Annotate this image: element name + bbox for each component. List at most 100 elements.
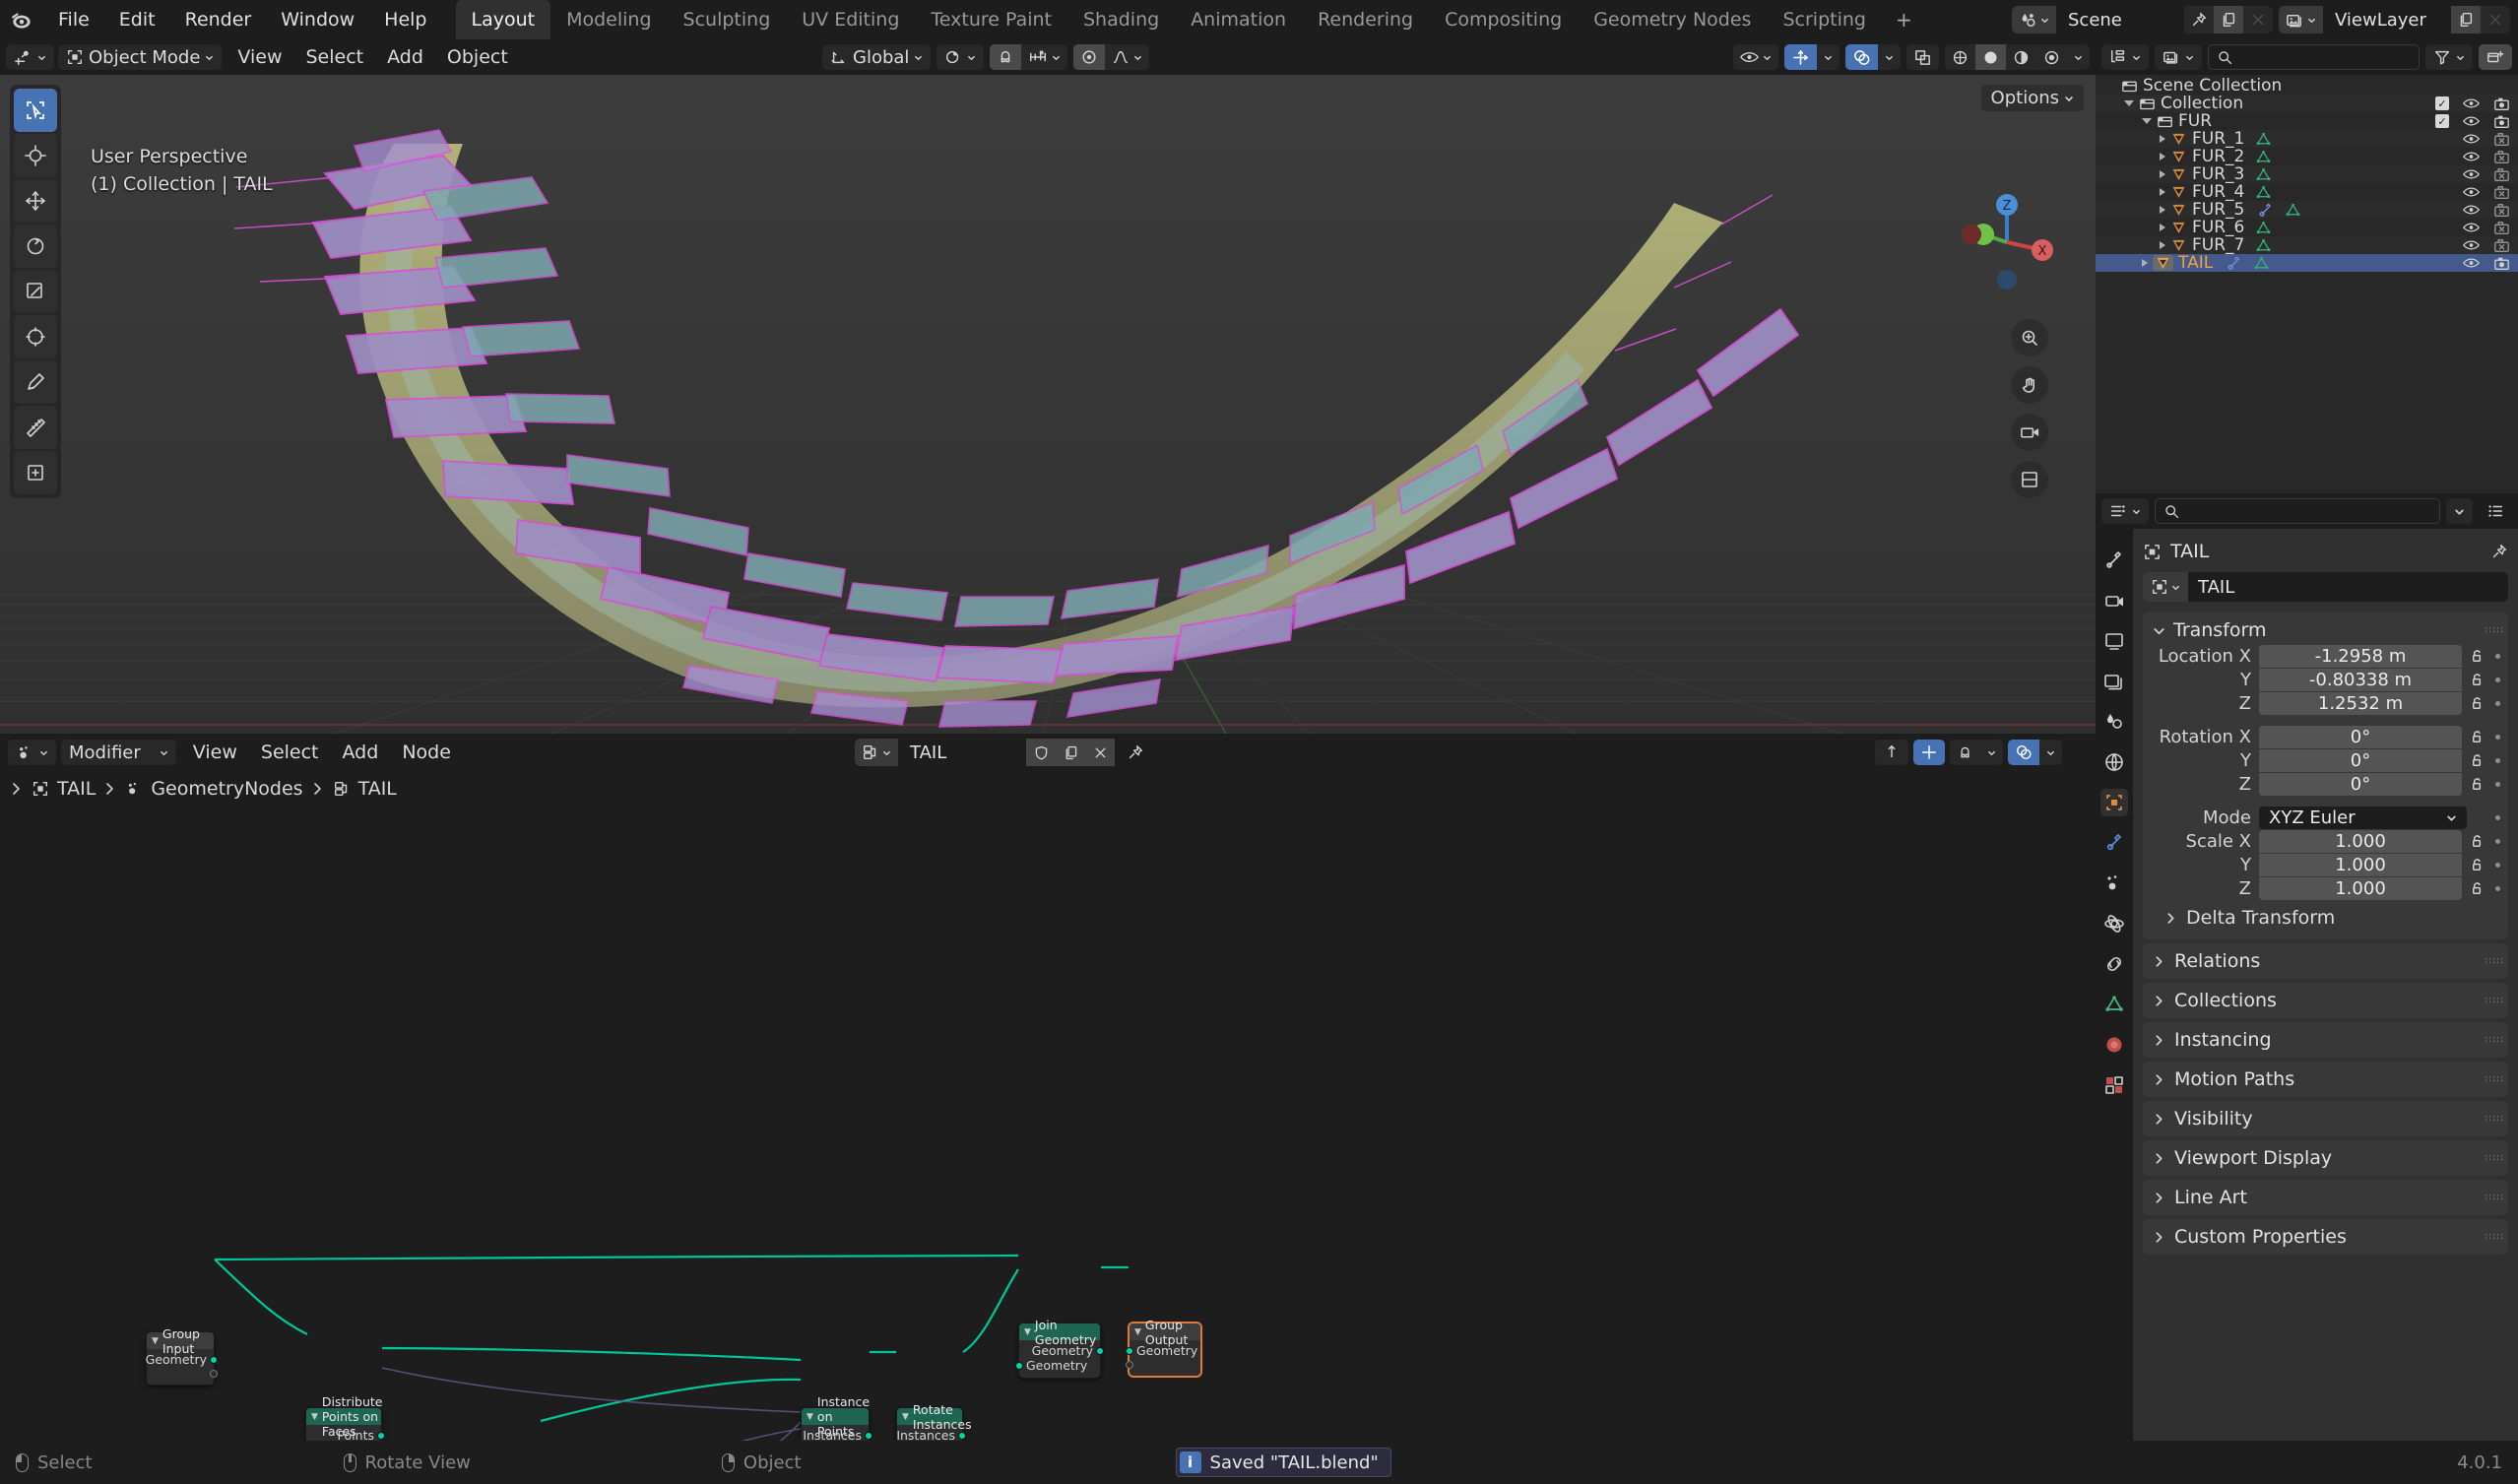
disable-in-render-icon[interactable] [2493, 221, 2510, 235]
tab-object[interactable] [2100, 789, 2128, 816]
new-scene-icon[interactable] [2214, 6, 2243, 33]
outliner-row-label[interactable]: TAIL [2178, 253, 2213, 273]
workspace-tab-geometry-nodes[interactable]: Geometry Nodes [1578, 0, 1767, 39]
disable-in-render-icon[interactable] [2493, 203, 2510, 218]
workspace-tab-modeling[interactable]: Modeling [550, 0, 667, 39]
pin-scene-icon[interactable] [2184, 6, 2214, 33]
tab-physics[interactable] [2100, 910, 2128, 937]
outliner-filter-scene-icon[interactable] [2155, 44, 2202, 70]
hide-in-viewport-icon[interactable] [2463, 151, 2480, 162]
node-menu-select[interactable]: Select [249, 742, 331, 763]
shading-options-icon[interactable] [2067, 44, 2090, 70]
node-snap-options-icon[interactable] [1980, 740, 2003, 765]
properties-panel-line-art[interactable]: Line Art::::: [2143, 1180, 2508, 1215]
modifier-icon[interactable] [2257, 202, 2274, 218]
object-name-value[interactable]: TAIL [2188, 572, 2508, 602]
editor-type-selector[interactable] [6, 44, 54, 70]
workspace-tab-shading[interactable]: Shading [1067, 0, 1175, 39]
tab-modifiers[interactable] [2100, 829, 2128, 857]
outliner-row-label[interactable]: FUR_1 [2192, 129, 2244, 149]
node-header[interactable]: ▼ Group Input [147, 1326, 214, 1356]
hide-in-viewport-icon[interactable] [2463, 97, 2480, 109]
rotation-z-lock[interactable] [2470, 777, 2500, 792]
topbar-menu-file[interactable]: File [43, 6, 104, 33]
tool-rotate-icon[interactable] [14, 225, 57, 268]
animate-dot[interactable] [2495, 782, 2500, 787]
location-y-value[interactable]: -0.80338 m [2259, 669, 2462, 691]
scene-selector[interactable]: Scene [2012, 6, 2273, 33]
delete-scene-icon[interactable] [2243, 6, 2273, 33]
disclosure-closed-icon[interactable] [2160, 224, 2165, 231]
tool-add-cube-icon[interactable] [14, 451, 57, 494]
snap-to-selector[interactable] [1021, 44, 1067, 70]
node-join-geometry[interactable]: ▼ Join Geometry Geometry Geometry [1015, 1318, 1104, 1379]
node-collapse-icon[interactable]: ▼ [807, 1412, 813, 1422]
gizmo-toggle-icon[interactable] [1784, 44, 1817, 70]
rotation-y-value[interactable]: 0° [2259, 749, 2462, 772]
add-workspace-button[interactable]: + [1882, 5, 1926, 34]
mesh-data-icon[interactable] [2255, 237, 2272, 253]
hide-in-viewport-icon[interactable] [2463, 168, 2480, 180]
properties-panel-collections[interactable]: Collections::::: [2143, 983, 2508, 1018]
animate-dot[interactable] [2495, 815, 2500, 820]
node-snap-group[interactable] [1950, 740, 2003, 765]
scale-y-lock[interactable] [2470, 858, 2500, 872]
tool-select-box-icon[interactable] [14, 89, 57, 132]
node-socket[interactable] [1096, 1346, 1104, 1355]
disclosure-closed-icon[interactable] [2160, 135, 2165, 143]
properties-panel-custom-properties[interactable]: Custom Properties::::: [2143, 1219, 2508, 1255]
camera-view-icon[interactable] [2011, 414, 2048, 451]
tool-measure-icon[interactable] [14, 406, 57, 449]
outliner-row-fur_3[interactable]: FUR_3 [2096, 164, 2518, 184]
outliner-filter-icon[interactable] [2425, 44, 2473, 70]
outliner-row-fur_1[interactable]: FUR_1 [2096, 129, 2518, 149]
breadcrumb-modifier-label[interactable]: GeometryNodes [151, 778, 302, 800]
status-report[interactable]: i Saved "TAIL.blend" [1175, 1448, 1391, 1477]
disable-in-render-icon[interactable] [2493, 185, 2510, 200]
node-collapse-icon[interactable]: ▼ [1134, 1327, 1141, 1337]
tab-render[interactable] [2100, 587, 2128, 614]
workspace-tab-compositing[interactable]: Compositing [1429, 0, 1578, 39]
hide-in-viewport-icon[interactable] [2463, 133, 2480, 145]
scale-x-lock[interactable] [2470, 834, 2500, 849]
rotation-x-lock[interactable] [2470, 730, 2500, 744]
hide-in-viewport-icon[interactable] [2463, 257, 2480, 269]
disclosure-closed-icon[interactable] [2160, 170, 2165, 178]
node-overlays-options-icon[interactable] [2039, 740, 2062, 765]
mesh-data-icon[interactable] [2255, 184, 2272, 200]
animate-dot[interactable] [2495, 758, 2500, 763]
tool-scale-icon[interactable] [14, 270, 57, 313]
xray-toggle[interactable] [1906, 44, 1939, 70]
disclosure-closed-icon[interactable] [2142, 259, 2148, 267]
outliner-row-label[interactable]: FUR_7 [2192, 235, 2244, 255]
node-menu-view[interactable]: View [181, 742, 249, 763]
virtual-socket[interactable] [1126, 1360, 1133, 1369]
overlays-options-icon[interactable] [1878, 44, 1901, 70]
hide-in-viewport-icon[interactable] [2463, 115, 2480, 127]
rotation-z-value[interactable]: 0° [2259, 773, 2462, 796]
animate-dot[interactable] [2495, 701, 2500, 706]
topbar-menu-edit[interactable]: Edit [104, 6, 170, 33]
node-collapse-icon[interactable]: ▼ [152, 1336, 159, 1346]
topbar-menu-help[interactable]: Help [369, 6, 441, 33]
tab-data[interactable] [2100, 991, 2128, 1018]
node-rotate-instances[interactable]: ▼Rotate InstancesInstancesInstancesSelec… [896, 1402, 972, 1441]
properties-panel-viewport-display[interactable]: Viewport Display::::: [2143, 1140, 2508, 1176]
outliner-row-fur_5[interactable]: FUR_5 [2096, 200, 2518, 220]
new-viewlayer-icon[interactable] [2451, 6, 2481, 33]
properties-panel-visibility[interactable]: Visibility::::: [2143, 1101, 2508, 1136]
proportional-editing-group[interactable] [1073, 44, 1150, 70]
viewport-menu-select[interactable]: Select [293, 46, 375, 68]
outliner-row-label[interactable]: FUR [2178, 111, 2212, 131]
node-canvas[interactable]: ▼ Group Input Geometry ▼ Distribute Points o… [0, 807, 2070, 1441]
node-menu-node[interactable]: Node [390, 742, 463, 763]
virtual-socket[interactable] [210, 1369, 218, 1378]
location-z-value[interactable]: 1.2532 m [2259, 692, 2462, 715]
hide-in-viewport-icon[interactable] [2463, 204, 2480, 216]
toggle-ortho-icon[interactable] [2011, 461, 2048, 498]
node-header[interactable]: ▼ Rotate Instances [897, 1402, 972, 1432]
viewport-canvas[interactable]: User Perspective (1) Collection | TAIL O… [0, 75, 2096, 734]
outliner-row-label[interactable]: Scene Collection [2143, 76, 2282, 96]
node-socket[interactable] [865, 1431, 872, 1440]
transform-panel-header[interactable]: Transform ::::: [2143, 616, 2508, 644]
